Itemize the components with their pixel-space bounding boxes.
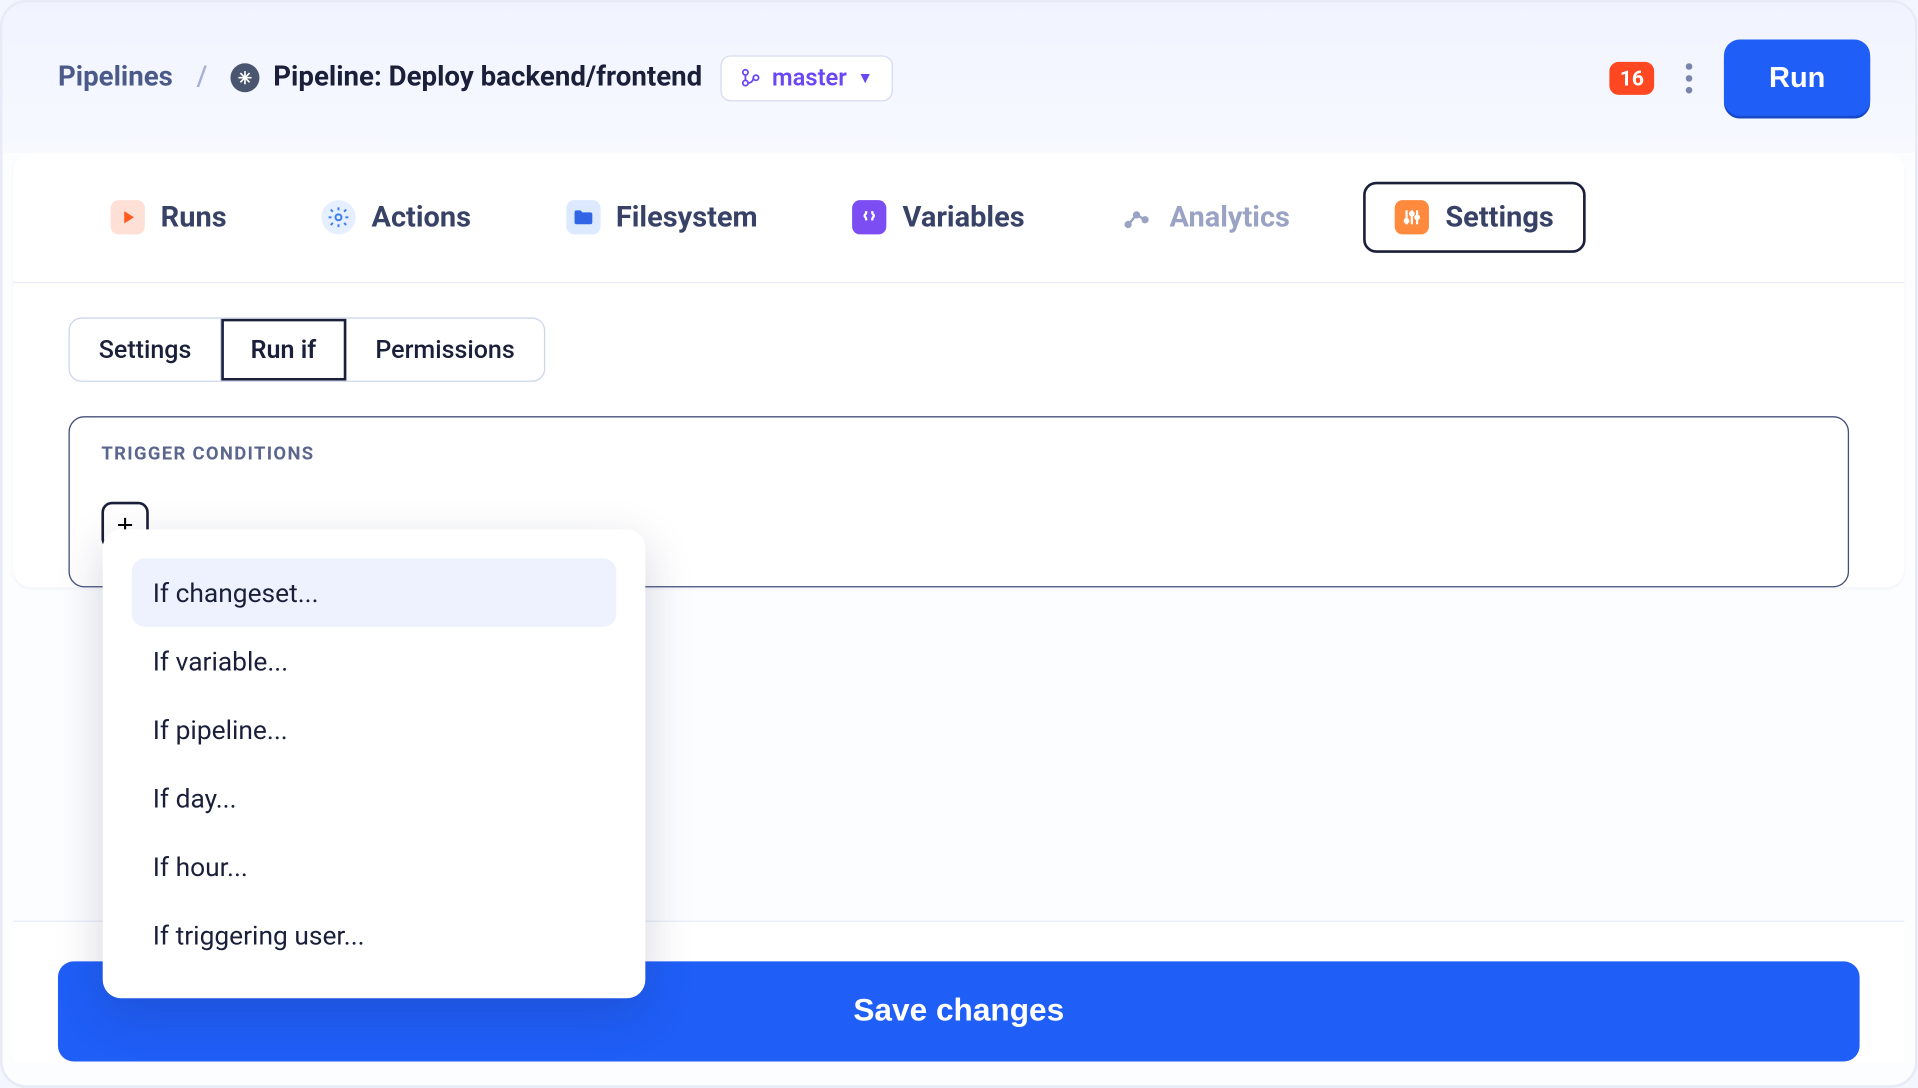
branch-icon	[740, 67, 761, 88]
settings-icon	[1395, 200, 1429, 234]
sub-tabs: Settings Run if Permissions	[68, 317, 545, 382]
header: Pipelines / Pipeline: Deploy backend/fro…	[3, 3, 1915, 153]
run-button[interactable]: Run	[1724, 40, 1870, 116]
tab-filesystem[interactable]: Filesystem	[545, 187, 779, 248]
sub-tab-permissions[interactable]: Permissions	[346, 319, 543, 381]
dropdown-item-triggering-user[interactable]: If triggering user...	[132, 901, 617, 969]
page-title-wrap: Pipeline: Deploy backend/frontend	[231, 62, 702, 94]
sub-tab-settings[interactable]: Settings	[70, 319, 222, 381]
panel-title: TRIGGER CONDITIONS	[101, 444, 1816, 465]
tab-filesystem-label: Filesystem	[616, 201, 758, 234]
dropdown-item-hour[interactable]: If hour...	[132, 832, 617, 900]
tab-runs[interactable]: Runs	[90, 187, 248, 248]
variables-icon	[852, 200, 886, 234]
tab-analytics[interactable]: Analytics	[1098, 187, 1311, 248]
tab-actions[interactable]: Actions	[300, 187, 492, 248]
tab-actions-label: Actions	[371, 201, 471, 234]
sub-tab-run-if[interactable]: Run if	[222, 319, 347, 381]
pipeline-icon	[231, 63, 260, 92]
runs-icon	[111, 200, 145, 234]
branch-label: master	[772, 64, 847, 92]
condition-dropdown: If changeset... If variable... If pipeli…	[103, 529, 646, 998]
dropdown-item-pipeline[interactable]: If pipeline...	[132, 695, 617, 763]
dropdown-item-day[interactable]: If day...	[132, 764, 617, 832]
breadcrumb: Pipelines / Pipeline: Deploy backend/fro…	[58, 62, 702, 94]
main-card: Runs Actions Filesystem Variables	[13, 153, 1904, 588]
breadcrumb-separator: /	[197, 62, 208, 94]
tab-settings[interactable]: Settings	[1364, 182, 1586, 253]
branch-selector[interactable]: master ▼	[721, 55, 893, 101]
tab-variables[interactable]: Variables	[831, 187, 1045, 248]
app-frame: Pipelines / Pipeline: Deploy backend/fro…	[0, 0, 1918, 1088]
analytics-icon	[1119, 200, 1153, 234]
chevron-down-icon: ▼	[857, 68, 873, 86]
dropdown-item-variable[interactable]: If variable...	[132, 627, 617, 695]
tab-runs-label: Runs	[161, 201, 227, 234]
tab-analytics-label: Analytics	[1169, 201, 1289, 234]
main-tabs: Runs Actions Filesystem Variables	[13, 153, 1904, 282]
more-menu-button[interactable]	[1673, 49, 1706, 106]
tab-variables-label: Variables	[903, 201, 1025, 234]
page-title: Pipeline: Deploy backend/frontend	[273, 62, 702, 94]
dropdown-item-changeset[interactable]: If changeset...	[132, 558, 617, 626]
filesystem-icon	[566, 200, 600, 234]
breadcrumb-root[interactable]: Pipelines	[58, 62, 173, 94]
notifications-badge[interactable]: 16	[1609, 61, 1654, 94]
actions-icon	[321, 200, 355, 234]
tab-settings-label: Settings	[1445, 201, 1553, 234]
